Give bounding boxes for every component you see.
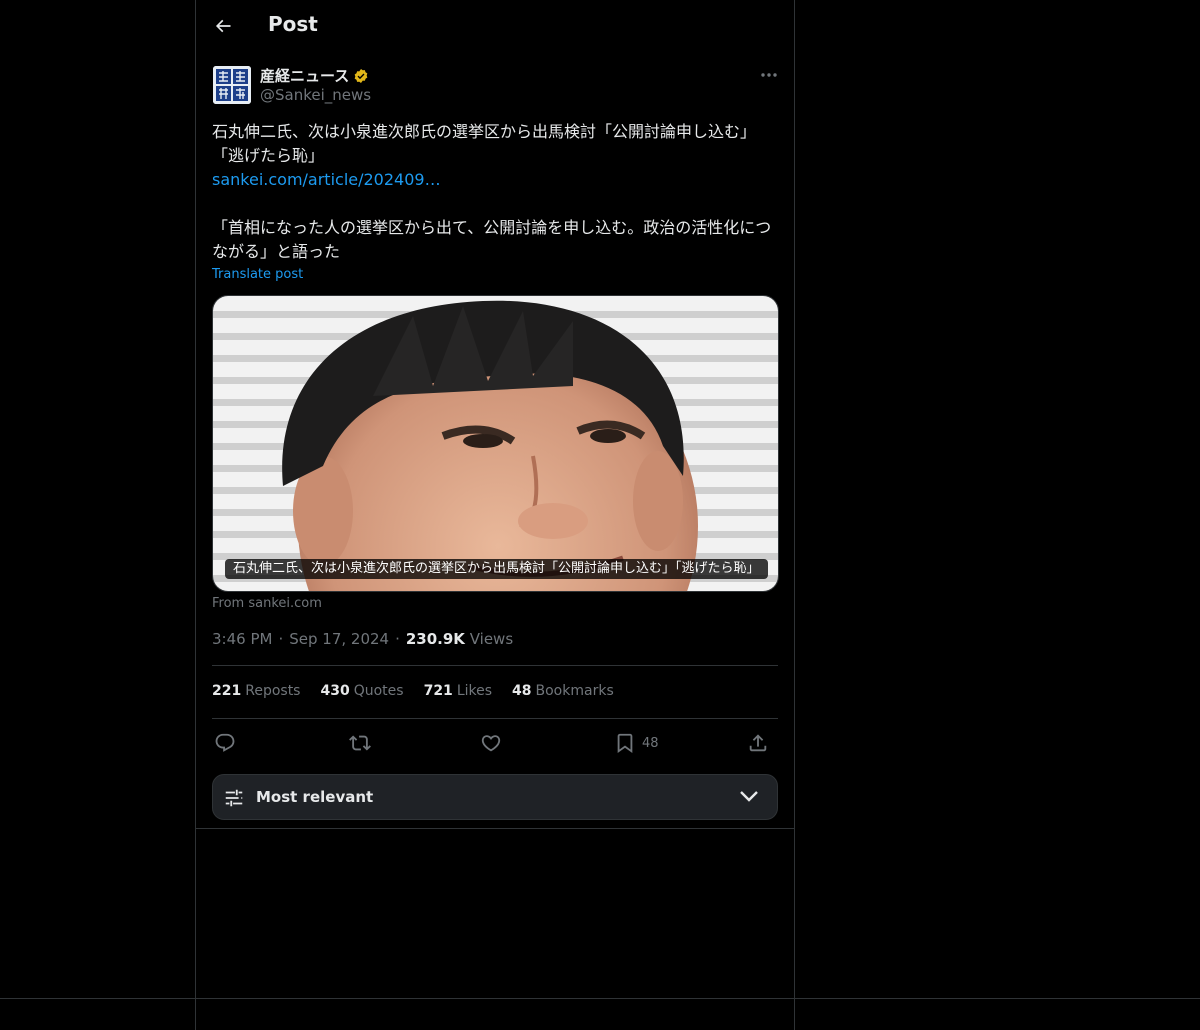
top-bar: Post <box>196 0 794 53</box>
post-text: 石丸伸二氏、次は小泉進次郎氏の選挙区から出馬検討「公開討論申し込む」「逃げたら恥… <box>212 120 778 264</box>
divider <box>212 665 778 666</box>
reposts-count: 221 <box>212 683 242 699</box>
author-handle[interactable]: @Sankei_news <box>260 86 371 104</box>
like-icon <box>481 735 501 752</box>
views-label: Views <box>469 630 514 648</box>
card-image <box>213 296 778 591</box>
divider <box>0 998 1200 999</box>
sort-label: Most relevant <box>256 788 374 806</box>
share-icon <box>749 734 767 752</box>
author-name-text: 産経ニュース <box>260 67 350 85</box>
divider <box>196 828 794 829</box>
post-date[interactable]: Sep 17, 2024 <box>289 630 389 648</box>
back-button[interactable] <box>210 13 236 39</box>
meta-separator: · <box>278 630 284 648</box>
reposts-label: Reposts <box>245 683 301 699</box>
quotes-count: 430 <box>320 683 350 699</box>
likes-count: 721 <box>423 683 453 699</box>
action-bar: 48 <box>212 730 778 756</box>
views-count: 230.9K <box>405 630 465 648</box>
author-name[interactable]: 産経ニュース <box>260 65 369 86</box>
more-icon <box>761 73 777 77</box>
card-source[interactable]: From sankei.com <box>212 596 322 611</box>
reply-button[interactable] <box>214 730 236 756</box>
reposts-stat[interactable]: 221 Reposts <box>212 683 300 699</box>
bookmark-button[interactable]: 48 <box>614 730 659 756</box>
bookmarks-stat[interactable]: 48 Bookmarks <box>512 683 614 699</box>
bookmarks-label: Bookmarks <box>535 683 614 699</box>
quotes-stat[interactable]: 430 Quotes <box>320 683 403 699</box>
post-text-line1: 石丸伸二氏、次は小泉進次郎氏の選挙区から出馬検討「公開討論申し込む」「逃げたら恥… <box>212 122 757 165</box>
bookmarks-count: 48 <box>512 683 532 699</box>
sliders-icon <box>225 789 243 807</box>
page-title: Post <box>268 12 318 36</box>
reply-icon <box>215 733 235 752</box>
likes-label: Likes <box>456 683 493 699</box>
share-button[interactable] <box>747 730 769 756</box>
article-link[interactable]: sankei.com/article/202409… <box>212 168 778 192</box>
reply-sort-dropdown[interactable]: Most relevant <box>212 774 778 820</box>
post-text-line2: 「首相になった人の選挙区から出て、公開討論を申し込む。政治の活性化につながる」と… <box>212 218 772 261</box>
avatar[interactable] <box>213 66 251 104</box>
post-time[interactable]: 3:46 PM <box>212 630 272 648</box>
repost-icon <box>349 735 371 751</box>
chevron-down-icon <box>740 791 758 802</box>
link-card[interactable]: 石丸伸二氏、次は小泉進次郎氏の選挙区から出馬検討「公開討論申し込む」「逃げたら恥… <box>212 295 779 592</box>
divider <box>212 718 778 719</box>
quotes-label: Quotes <box>353 683 404 699</box>
sankei-logo-icon <box>213 66 251 104</box>
bookmark-count: 48 <box>642 735 659 751</box>
bookmark-icon <box>617 733 633 754</box>
translate-post-link[interactable]: Translate post <box>212 267 303 282</box>
post-meta: 3:46 PM · Sep 17, 2024 · 230.9K Views <box>212 630 513 648</box>
back-arrow-icon <box>215 19 231 33</box>
verified-badge-icon <box>354 68 368 83</box>
more-button[interactable] <box>758 66 780 84</box>
like-button[interactable] <box>480 730 502 756</box>
engagement-stats: 221 Reposts 430 Quotes 721 Likes 48 Bookmark… <box>212 683 614 699</box>
likes-stat[interactable]: 721 Likes <box>424 683 492 699</box>
post-column: Post 産経ニュース @Sankei_news 石丸伸二氏、次は小泉進次郎氏の… <box>195 0 795 1030</box>
meta-separator: · <box>395 630 400 648</box>
card-caption: 石丸伸二氏、次は小泉進次郎氏の選挙区から出馬検討「公開討論申し込む」「逃げたら恥… <box>225 559 768 579</box>
repost-button[interactable] <box>349 730 371 756</box>
